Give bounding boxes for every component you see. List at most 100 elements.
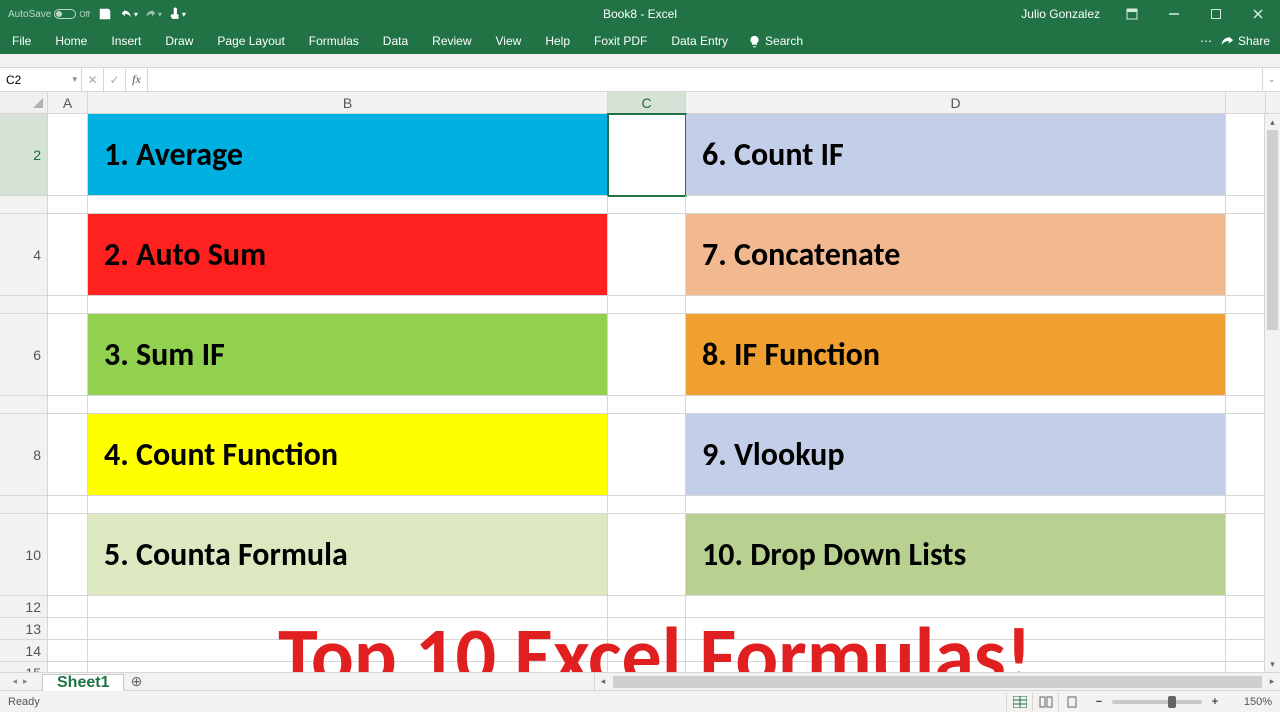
view-page-break-button[interactable] (1058, 693, 1084, 711)
cell-formula-name[interactable]: 3. Sum IF (88, 314, 608, 396)
tab-formulas[interactable]: Formulas (297, 28, 371, 54)
cell[interactable] (686, 296, 1226, 314)
cell-formula-name[interactable]: 10. Drop Down Lists (686, 514, 1226, 596)
cell[interactable] (608, 396, 686, 414)
zoom-out-button[interactable]: − (1092, 696, 1106, 708)
cell[interactable] (48, 618, 88, 640)
tab-file[interactable]: File (0, 28, 43, 54)
cell[interactable] (48, 662, 88, 672)
cell[interactable] (608, 596, 686, 618)
cell-formula-name[interactable]: 2. Auto Sum (88, 214, 608, 296)
cell[interactable] (88, 396, 608, 414)
cell-formula-name[interactable]: 4. Count Function (88, 414, 608, 496)
vscroll-track[interactable] (1265, 130, 1280, 656)
cell[interactable] (88, 296, 608, 314)
touch-mode-button[interactable]: ▾ (168, 5, 186, 23)
view-normal-button[interactable] (1006, 693, 1032, 711)
cell[interactable] (608, 618, 686, 640)
sheet-tab-active[interactable]: Sheet1 (42, 674, 124, 691)
row-header[interactable]: 12 (0, 596, 48, 618)
ribbon-display-options-button[interactable] (1112, 0, 1152, 28)
cell[interactable] (686, 640, 1226, 662)
cell[interactable] (686, 596, 1226, 618)
tab-data-entry[interactable]: Data Entry (659, 28, 740, 54)
cell[interactable] (608, 296, 686, 314)
row-header[interactable]: 14 (0, 640, 48, 662)
cell[interactable] (1226, 496, 1266, 514)
row-header[interactable]: 13 (0, 618, 48, 640)
row-header[interactable]: 6 (0, 314, 48, 396)
cell[interactable] (1226, 396, 1266, 414)
tab-view[interactable]: View (484, 28, 534, 54)
redo-button[interactable]: ▾ (144, 5, 162, 23)
cell-formula-name[interactable]: 5. Counta Formula (88, 514, 608, 596)
maximize-button[interactable] (1196, 0, 1236, 28)
cell[interactable] (1226, 114, 1266, 196)
zoom-thumb[interactable] (1168, 696, 1176, 708)
tab-review[interactable]: Review (420, 28, 483, 54)
row-header[interactable] (0, 496, 48, 514)
zoom-level[interactable]: 150% (1228, 696, 1272, 708)
tell-me-search[interactable]: Search (740, 28, 803, 54)
minimize-button[interactable] (1154, 0, 1194, 28)
column-header-b[interactable]: B (88, 92, 608, 113)
cell[interactable] (48, 214, 88, 296)
cell[interactable] (88, 196, 608, 214)
column-header-end[interactable] (1226, 92, 1266, 113)
row-header[interactable]: 8 (0, 414, 48, 496)
cell[interactable] (608, 214, 686, 296)
column-header-c[interactable]: C (608, 92, 686, 113)
cell[interactable] (48, 596, 88, 618)
tab-draw[interactable]: Draw (153, 28, 205, 54)
select-all-button[interactable] (0, 92, 48, 113)
cell[interactable] (48, 296, 88, 314)
cell[interactable] (608, 414, 686, 496)
cell[interactable] (1226, 214, 1266, 296)
cell[interactable] (686, 196, 1226, 214)
cell[interactable] (48, 496, 88, 514)
vscroll-thumb[interactable] (1267, 130, 1278, 330)
cell[interactable] (1226, 514, 1266, 596)
cell[interactable] (1226, 662, 1266, 672)
hscroll-thumb[interactable] (613, 676, 1262, 688)
account-name[interactable]: Julio Gonzalez (1011, 7, 1110, 21)
cell[interactable] (686, 396, 1226, 414)
row-header[interactable] (0, 296, 48, 314)
share-button[interactable]: Share (1238, 34, 1270, 48)
column-header-d[interactable]: D (686, 92, 1226, 113)
view-page-layout-button[interactable] (1032, 693, 1058, 711)
column-header-a[interactable]: A (48, 92, 88, 113)
cell[interactable] (608, 496, 686, 514)
row-header[interactable]: 4 (0, 214, 48, 296)
cell[interactable] (1226, 296, 1266, 314)
cell[interactable] (686, 496, 1226, 514)
cell[interactable] (88, 662, 608, 672)
cell[interactable] (1226, 618, 1266, 640)
tab-foxit-pdf[interactable]: Foxit PDF (582, 28, 659, 54)
cell[interactable] (608, 314, 686, 396)
row-header[interactable] (0, 196, 48, 214)
cell[interactable] (48, 640, 88, 662)
name-box[interactable]: C2 ▾ (0, 68, 82, 91)
tab-home[interactable]: Home (43, 28, 99, 54)
zoom-slider[interactable] (1112, 700, 1202, 704)
row-header[interactable]: 10 (0, 514, 48, 596)
autosave-toggle[interactable]: AutoSave Off (8, 9, 90, 20)
zoom-in-button[interactable]: + (1208, 696, 1222, 708)
undo-button[interactable]: ▾ (120, 5, 138, 23)
cell-formula-name[interactable]: 9. Vlookup (686, 414, 1226, 496)
expand-formula-bar-button[interactable]: ⌄ (1262, 68, 1280, 91)
cell[interactable] (48, 314, 88, 396)
cell[interactable] (1226, 596, 1266, 618)
cell-formula-name[interactable]: 7. Concatenate (686, 214, 1226, 296)
cell[interactable] (48, 514, 88, 596)
cell[interactable] (88, 640, 608, 662)
cell[interactable] (88, 596, 608, 618)
scroll-up-button[interactable]: ▴ (1265, 114, 1280, 130)
scroll-left-button[interactable]: ◂ (595, 674, 611, 690)
cell[interactable] (88, 496, 608, 514)
horizontal-scrollbar[interactable]: ◂ ▸ (595, 673, 1280, 690)
sheet-nav[interactable]: ◂ ▸ (0, 673, 40, 690)
tab-data[interactable]: Data (371, 28, 420, 54)
cell-formula-name[interactable]: 8. IF Function (686, 314, 1226, 396)
